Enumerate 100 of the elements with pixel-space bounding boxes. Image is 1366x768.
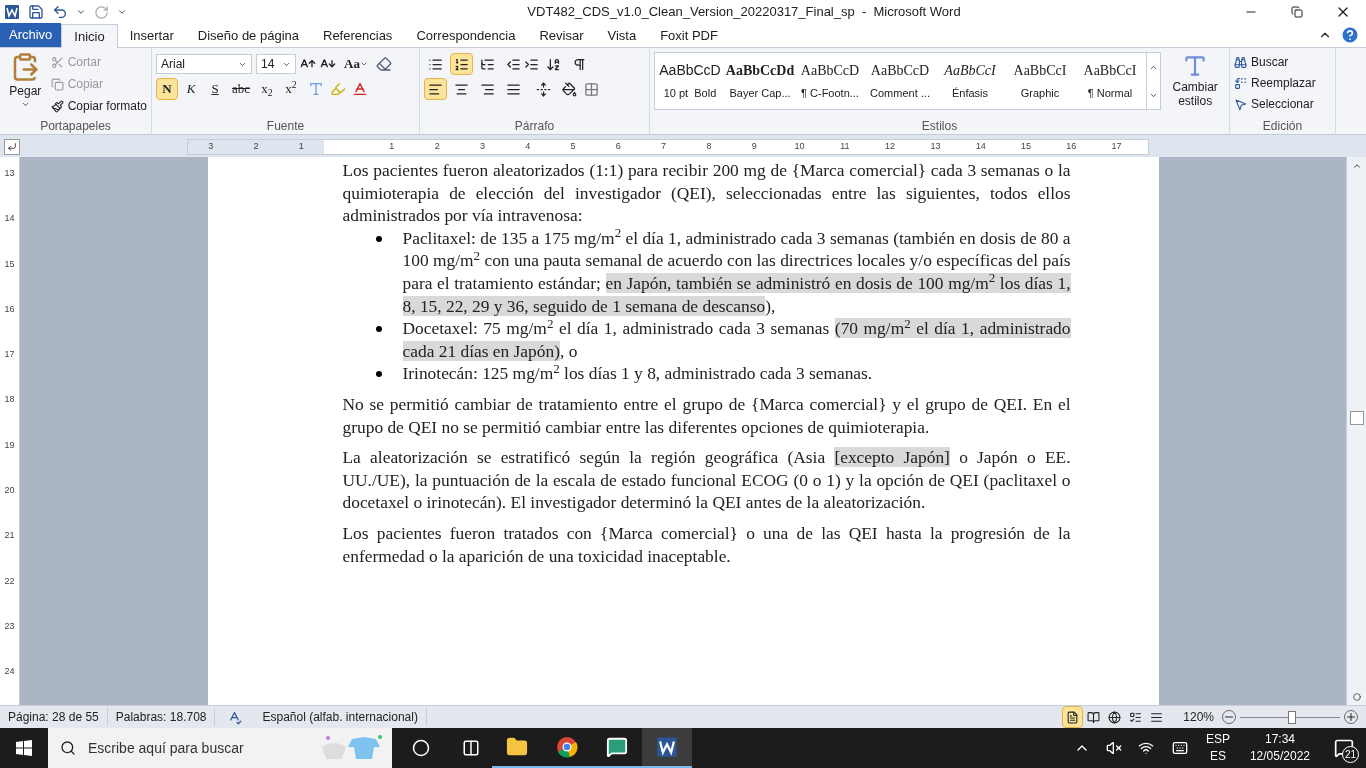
align-left-button[interactable] — [424, 78, 447, 100]
paragraph: Los pacientes fueron tratados con {Marca comercial} o una de las QEI hasta la progresión de la enfermedad o la aparición de una toxicidad inaceptable. — [342, 521, 1071, 568]
muted-speaker-icon[interactable] — [1105, 740, 1122, 756]
format-button[interactable]: N — [156, 78, 178, 100]
paintbrush-icon — [50, 99, 64, 113]
paragraph: Los pacientes fueron aleatorizados (1:1) para recibir 200 mg de {Marca comercial} cada 3 semanas o la quimioterapia de elección del investigador (QEI), seleccionadas entre las siguientes, todos ellos administrados por vía intravenosa: — [342, 159, 1071, 227]
caret-icon — [359, 60, 368, 68]
replace-icon — [1234, 76, 1247, 90]
tab-stop-icon — [7, 142, 17, 152]
editing-button[interactable]: Reemplazar — [1234, 73, 1331, 93]
change-styles-button[interactable]: Cambiar estilos — [1165, 52, 1225, 110]
input-language-button[interactable]: ESP ES — [1205, 731, 1230, 765]
style-item[interactable]: AaBbCcD 10 pt Bold — [655, 53, 725, 109]
format-button[interactable]: S — [204, 78, 226, 100]
proofing-icon[interactable] — [227, 709, 243, 725]
caret-icon[interactable] — [76, 7, 86, 17]
align-left-icon — [428, 81, 443, 97]
customize-caret-icon[interactable] — [117, 7, 127, 17]
globe-icon — [1108, 710, 1122, 724]
pilcrow-icon[interactable] — [572, 56, 587, 72]
taskbar-app[interactable] — [642, 728, 692, 768]
vertical-ruler: 13 14 15 16 17 18 19 20 21 22 23 24 — [0, 157, 20, 705]
zoom-slider-thumb[interactable] — [1288, 710, 1296, 724]
ribbon-tab[interactable]: Correspondencia — [404, 24, 528, 47]
window-title: VDT482_CDS_v1.0_Clean_Version_20220317_Final_sp - Microsoft Word — [526, 3, 962, 22]
file-tab[interactable]: Archivo — [0, 23, 62, 47]
folder-icon — [506, 736, 528, 758]
editing-button[interactable]: Buscar — [1234, 52, 1331, 72]
binoculars-icon — [1234, 55, 1247, 69]
save-icon[interactable] — [28, 4, 44, 20]
taskbar-search-field[interactable]: Escribe aquí para buscar — [48, 728, 392, 768]
decrease-indent-icon[interactable] — [506, 56, 521, 72]
document-logo-icon — [4, 4, 20, 20]
outline-icon — [1129, 710, 1143, 724]
clipboard-button[interactable]: Copiar formato — [50, 96, 147, 116]
style-item[interactable]: AaBbCcI Graphic — [1005, 53, 1075, 109]
format-button[interactable]: K — [180, 78, 202, 100]
scissors-icon — [50, 55, 64, 69]
undo-icon[interactable] — [52, 4, 68, 20]
group-label: Párrafo — [514, 118, 555, 135]
group-label: Fuente — [266, 118, 305, 135]
caret-icon — [20, 100, 30, 109]
word-icon — [656, 736, 678, 758]
copy-icon — [50, 77, 64, 91]
ribbon-tab[interactable]: Referencias — [311, 24, 405, 47]
style-item[interactable]: AaBbCcD ¶ C-Footn... — [795, 53, 865, 109]
ribbon-tab[interactable]: Inicio — [61, 24, 118, 48]
style-item[interactable]: AaBbCcI ¶ Normal — [1075, 53, 1145, 109]
increase-indent-icon[interactable] — [524, 56, 539, 72]
format-button[interactable]: x$_{2}$ — [256, 78, 279, 100]
scroll-up-icon[interactable] — [1351, 161, 1362, 171]
lines-icon — [1150, 710, 1164, 724]
page-count[interactable]: Página: 28 de 55 — [0, 708, 108, 726]
clock-button[interactable]: 17:34 12/05/2022 — [1249, 731, 1310, 765]
numbered-list-icon — [454, 56, 469, 72]
style-item[interactable]: AaBbCcD Comment ... — [865, 53, 935, 109]
style-item[interactable]: AaBbCcI Énfasis — [935, 53, 1005, 109]
clear-format-icon[interactable] — [375, 56, 392, 72]
scroll-thumb[interactable] — [1349, 411, 1364, 425]
language-status[interactable]: Español (alfab. internacional) — [254, 708, 427, 726]
zoom-slider[interactable] — [1240, 710, 1340, 724]
task-view-icon[interactable] — [462, 739, 480, 757]
zoom-level[interactable]: 120% — [1183, 708, 1214, 726]
align-right-icon — [480, 81, 495, 97]
format-button[interactable]: abc — [228, 78, 255, 100]
restore-icon — [1291, 6, 1303, 18]
notifications-icon[interactable] — [1334, 738, 1354, 758]
format-button[interactable]: x$^{2}$ — [280, 78, 303, 100]
cortana-icon[interactable] — [412, 739, 430, 757]
help-icon[interactable] — [1340, 25, 1360, 45]
align-center-icon — [454, 81, 469, 97]
font-color-icon[interactable] — [352, 81, 369, 97]
windows-start-icon[interactable] — [16, 740, 32, 756]
paint-bucket-icon[interactable] — [562, 81, 577, 97]
tab-selector[interactable] — [4, 139, 20, 155]
paragraph: No se permitió cambiar de tratamiento entre el grupo de {Marca comercial} y el grupo de QEI. En el grupo de QEI no se permitió cambiar entre las diferentes opciones de quimioterapia. — [342, 392, 1071, 439]
browse-object-icon[interactable] — [1352, 693, 1361, 701]
editing-button[interactable]: Seleccionar — [1234, 94, 1331, 114]
zoom-in-icon[interactable] — [1344, 710, 1358, 724]
style-item[interactable]: AaBbCcDd Bayer Cap... — [725, 53, 795, 109]
font-size-field[interactable]: 14 — [256, 54, 296, 74]
font-name-field[interactable]: Arial — [156, 54, 252, 74]
sort-icon[interactable] — [546, 56, 561, 72]
bullet-text: Irinotecán: 125 mg/m$^{2}$ los días 1 y 8, administrado cada 3 semanas. — [402, 362, 874, 385]
vertical-scrollbar[interactable] — [1346, 157, 1366, 705]
line-spacing-icon[interactable] — [536, 81, 551, 97]
paste-button[interactable]: Pegar — [4, 52, 47, 116]
word-count[interactable]: Palabras: 18.708 — [107, 708, 216, 726]
ribbon-tab[interactable]: Vista — [595, 24, 649, 47]
ribbon-tab[interactable]: Revisar — [527, 24, 596, 47]
change-case-button[interactable]: Aa — [340, 54, 372, 74]
ribbon-tab[interactable]: Foxit PDF — [648, 24, 730, 47]
ribbon-tab[interactable]: Insertar — [117, 24, 186, 47]
borders-icon[interactable] — [584, 81, 599, 97]
wifi-icon[interactable] — [1137, 740, 1154, 756]
ribbon-tab[interactable]: Diseño de página — [185, 24, 311, 47]
view-button[interactable] — [1062, 706, 1084, 728]
bullet-icon — [375, 371, 382, 378]
bullet-icon — [375, 235, 382, 242]
numbered-list-button[interactable] — [450, 53, 473, 75]
